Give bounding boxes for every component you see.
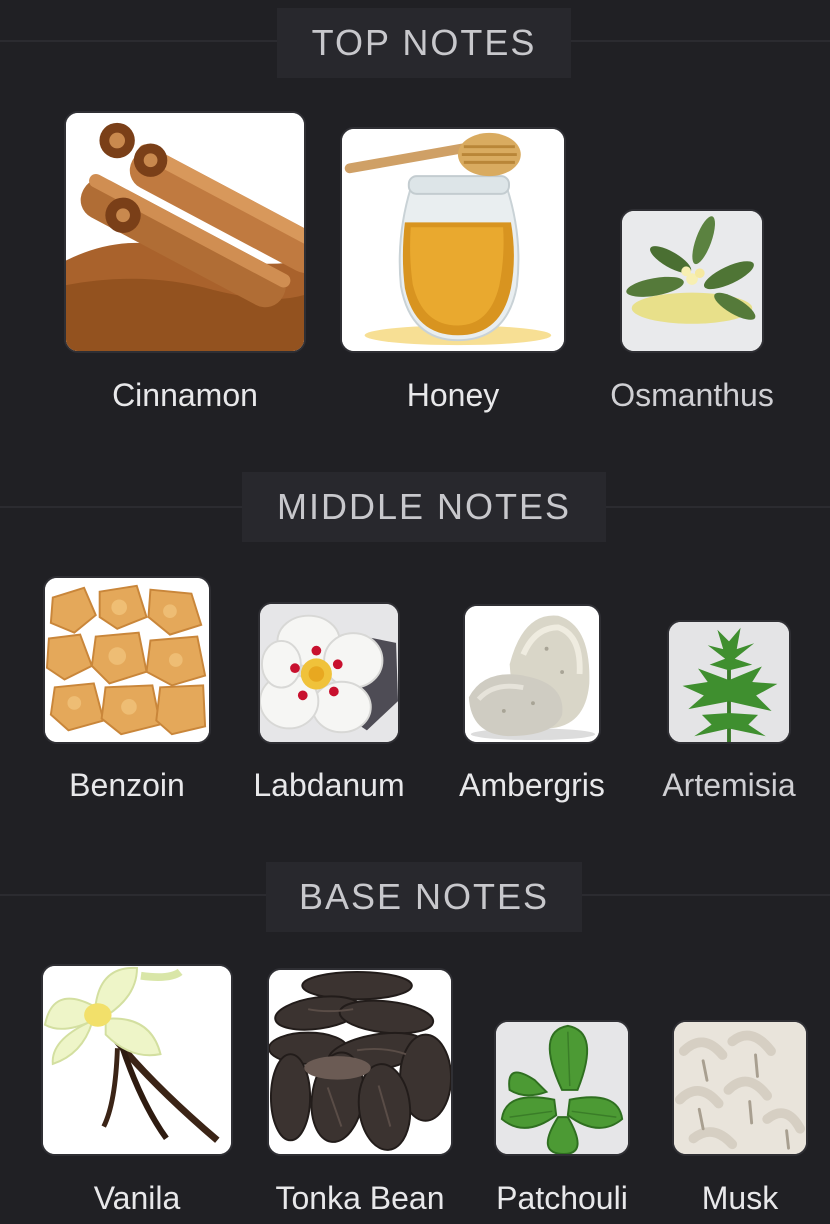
note-tonka-bean[interactable] bbox=[267, 968, 453, 1156]
note-cinnamon[interactable] bbox=[64, 111, 306, 353]
section-title-base-notes: BASE NOTES bbox=[266, 862, 582, 932]
note-ambergris[interactable] bbox=[463, 604, 601, 744]
vanilla-orchid-photo bbox=[43, 966, 231, 1154]
label-honey: Honey bbox=[406, 377, 500, 413]
label-labdanum: Labdanum bbox=[253, 767, 405, 803]
note-osmanthus[interactable] bbox=[620, 209, 764, 353]
label-benzoin: Benzoin bbox=[69, 767, 185, 803]
cinnamon-sticks-photo bbox=[66, 113, 304, 351]
honey-jar-photo bbox=[342, 129, 564, 351]
note-benzoin[interactable] bbox=[43, 576, 211, 744]
label-tonka-bean: Tonka Bean bbox=[275, 1180, 445, 1216]
note-labdanum[interactable] bbox=[258, 602, 400, 744]
artemisia-leaf-photo bbox=[669, 622, 789, 742]
label-ambergris: Ambergris bbox=[459, 767, 605, 803]
tonka-beans-photo bbox=[269, 970, 451, 1154]
label-vanila: Vanila bbox=[93, 1180, 181, 1216]
section-title-top-notes: TOP NOTES bbox=[277, 8, 571, 78]
note-vanila[interactable] bbox=[41, 964, 233, 1156]
note-artemisia[interactable] bbox=[667, 620, 791, 744]
ambergris-stone-photo bbox=[465, 606, 599, 742]
musk-fur-photo bbox=[674, 1022, 806, 1154]
note-musk[interactable] bbox=[672, 1020, 808, 1156]
label-musk: Musk bbox=[701, 1180, 779, 1216]
labdanum-flower-photo bbox=[260, 604, 398, 742]
benzoin-resin-photo bbox=[45, 578, 209, 742]
note-honey[interactable] bbox=[340, 127, 566, 353]
label-patchouli: Patchouli bbox=[496, 1180, 628, 1216]
label-osmanthus: Osmanthus bbox=[610, 377, 774, 413]
label-artemisia: Artemisia bbox=[662, 767, 796, 803]
section-title-middle-notes: MIDDLE NOTES bbox=[242, 472, 606, 542]
osmanthus-flower-photo bbox=[622, 211, 762, 351]
patchouli-leaves-photo bbox=[496, 1022, 628, 1154]
label-cinnamon: Cinnamon bbox=[112, 377, 258, 413]
note-patchouli[interactable] bbox=[494, 1020, 630, 1156]
